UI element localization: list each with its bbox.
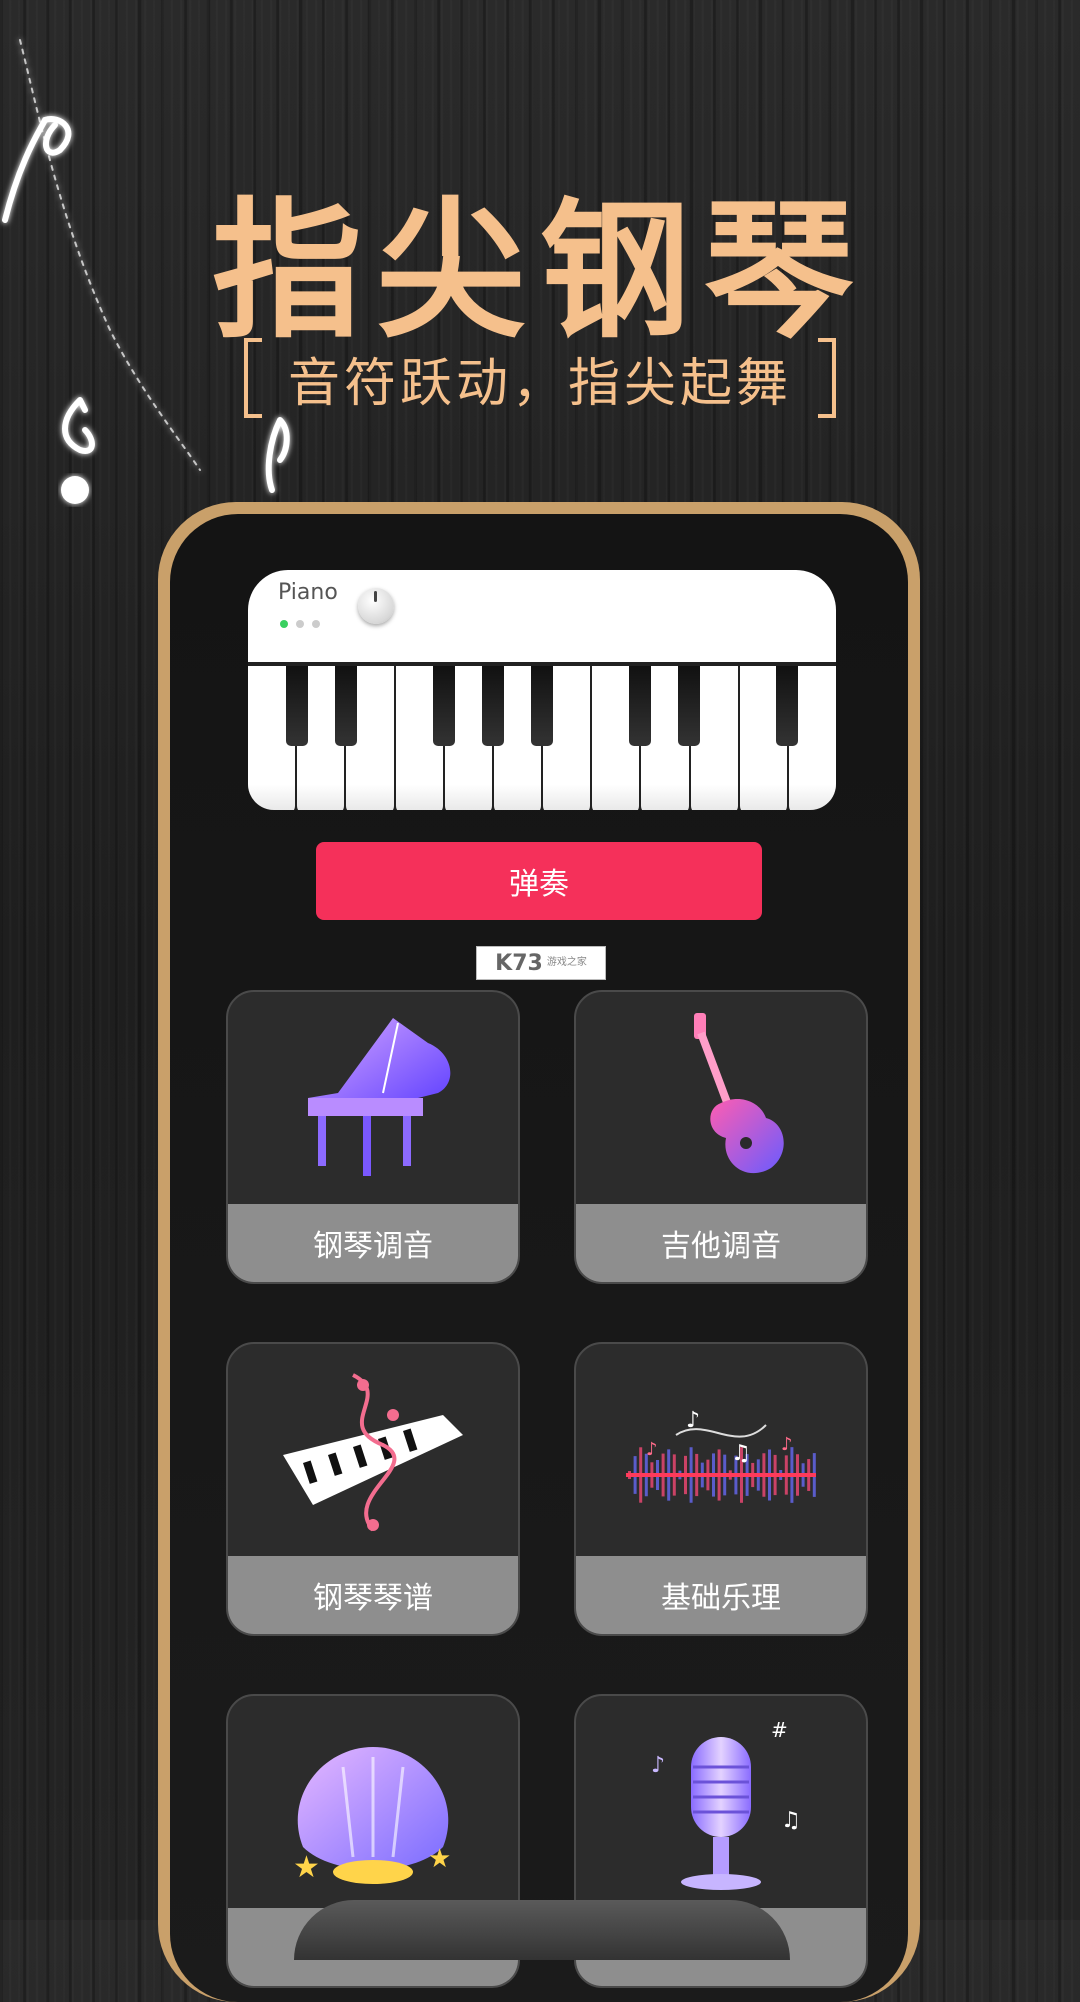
microphone-icon: # ♫ ♪	[576, 1696, 866, 1908]
tile-label: 吉他调音	[576, 1204, 866, 1282]
piano-label: Piano	[278, 580, 338, 605]
svg-text:♪: ♪	[781, 1434, 793, 1455]
piano-black-key[interactable]	[776, 666, 798, 746]
phone-mockup: Piano 弹奏 K73 游戏之家 钢琴调音 吉他调音 钢琴琴谱 ♪ ♫ ♪ ♪…	[158, 502, 920, 2002]
watermark-text: K73	[495, 950, 543, 976]
sheet-music-keys-icon	[228, 1344, 518, 1556]
page-dot	[312, 620, 320, 628]
volume-knob[interactable]	[358, 588, 394, 624]
piano-black-key[interactable]	[286, 666, 308, 746]
svg-text:♫: ♫	[731, 1441, 751, 1466]
piano-black-key[interactable]	[678, 666, 700, 746]
svg-text:★: ★	[293, 1850, 320, 1885]
right-bracket-decoration	[818, 338, 836, 418]
music-shell-icon: ★ ★	[228, 1696, 518, 1908]
piano-black-key[interactable]	[433, 666, 455, 746]
piano-black-key[interactable]	[335, 666, 357, 746]
page-dot-active	[280, 620, 288, 628]
svg-text:♪: ♪	[651, 1753, 665, 1778]
subtitle: 音符跃动，指尖起舞	[287, 353, 792, 414]
tile-label: 钢琴调音	[228, 1204, 518, 1282]
grand-piano-icon	[228, 992, 518, 1204]
music-wave-icon: ♪ ♫ ♪ ♪	[576, 1344, 866, 1556]
svg-text:♪: ♪	[686, 1408, 700, 1433]
page-title: 指尖钢琴	[211, 185, 868, 359]
tile-label: 基础乐理	[576, 1556, 866, 1634]
k73-watermark: K73 游戏之家	[476, 946, 606, 980]
piano-black-key[interactable]	[482, 666, 504, 746]
guitar-icon	[576, 992, 866, 1204]
tile-guitar-tuning[interactable]: 吉他调音	[574, 990, 868, 1284]
piano-keyboard[interactable]	[248, 662, 836, 810]
svg-text:#: #	[771, 1718, 788, 1742]
left-bracket-decoration	[243, 338, 262, 418]
tile-music-theory[interactable]: ♪ ♫ ♪ ♪ 基础乐理	[574, 1342, 868, 1636]
svg-text:★: ★	[428, 1844, 451, 1874]
svg-text:♫: ♫	[781, 1808, 801, 1833]
bottom-nav-bar[interactable]	[294, 1900, 790, 1960]
svg-text:♪: ♪	[646, 1439, 658, 1460]
page-indicator	[280, 620, 320, 628]
subtitle-row: 音符跃动，指尖起舞	[0, 338, 1080, 418]
piano-black-key[interactable]	[531, 666, 553, 746]
play-button[interactable]: 弹奏	[316, 842, 762, 920]
tile-piano-sheet-music[interactable]: 钢琴琴谱	[226, 1342, 520, 1636]
tile-piano-tuning[interactable]: 钢琴调音	[226, 990, 520, 1284]
phone-screen: Piano 弹奏 K73 游戏之家 钢琴调音 吉他调音 钢琴琴谱 ♪ ♫ ♪ ♪…	[170, 514, 908, 2002]
page-dot	[296, 620, 304, 628]
tile-label: 钢琴琴谱	[228, 1556, 518, 1634]
watermark-sub: 游戏之家	[546, 957, 587, 968]
piano-black-key[interactable]	[629, 666, 651, 746]
piano-preview-card[interactable]: Piano	[248, 570, 836, 810]
